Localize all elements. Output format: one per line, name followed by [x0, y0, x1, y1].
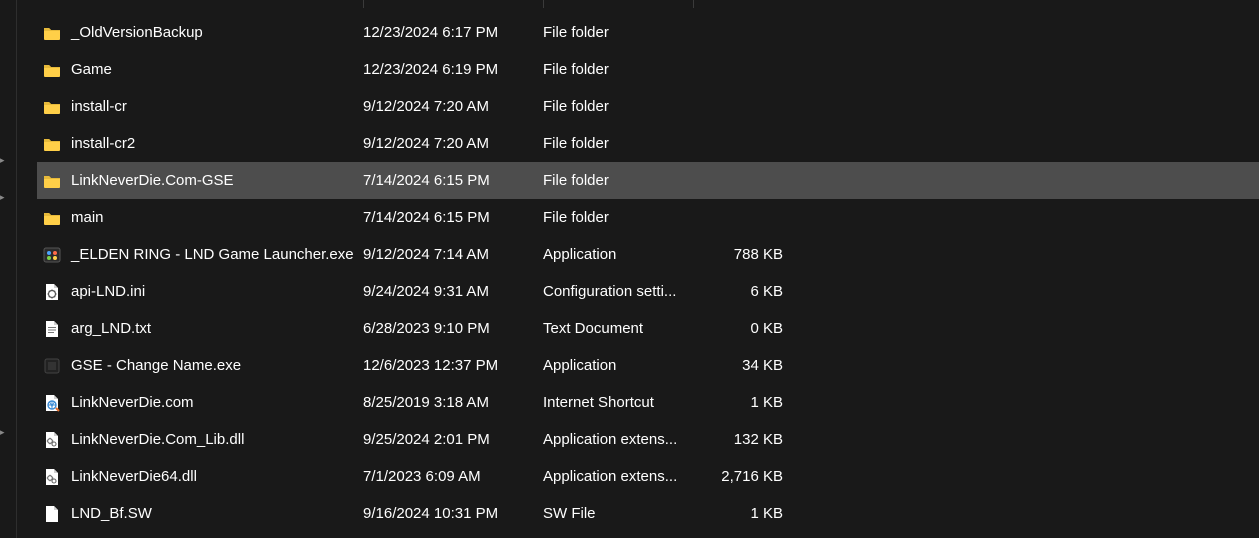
file-row[interactable]: GSE - Change Name.exe 12/6/2023 12:37 PMA…	[37, 347, 1259, 384]
file-name-label: Game	[71, 61, 112, 78]
file-date-cell: 9/25/2024 2:01 PM	[363, 431, 543, 448]
file-size-cell: 788 KB	[693, 246, 791, 263]
txt-icon	[43, 320, 61, 338]
file-name-label: LinkNeverDie.com	[71, 394, 194, 411]
file-name-label: api-LND.ini	[71, 283, 145, 300]
file-row[interactable]: arg_LND.txt 6/28/2023 9:10 PMText Documen…	[37, 310, 1259, 347]
file-name-label: LinkNeverDie.Com-GSE	[71, 172, 234, 189]
folder-icon	[43, 172, 61, 190]
file-size-cell: 1 KB	[693, 505, 791, 522]
file-size-cell: 34 KB	[693, 357, 791, 374]
file-size-cell: 2,716 KB	[693, 468, 791, 485]
file-type-cell: Application extens...	[543, 468, 693, 485]
url-icon	[43, 394, 61, 412]
file-name-label: main	[71, 209, 104, 226]
file-type-cell: File folder	[543, 61, 693, 78]
file-type-cell: Text Document	[543, 320, 693, 337]
file-size-cell: 6 KB	[693, 283, 791, 300]
file-date-cell: 9/12/2024 7:20 AM	[363, 98, 543, 115]
file-name-cell[interactable]: _OldVersionBackup	[43, 24, 363, 42]
file-type-cell: Application	[543, 357, 693, 374]
file-row[interactable]: install-cr 9/12/2024 7:20 AMFile folder	[37, 88, 1259, 125]
file-icon	[43, 505, 61, 523]
file-size-cell: 1 KB	[693, 394, 791, 411]
file-date-cell: 7/14/2024 6:15 PM	[363, 209, 543, 226]
file-name-cell[interactable]: api-LND.ini	[43, 283, 363, 301]
file-date-cell: 9/16/2024 10:31 PM	[363, 505, 543, 522]
file-name-label: GSE - Change Name.exe	[71, 357, 241, 374]
folder-icon	[43, 209, 61, 227]
file-name-label: install-cr2	[71, 135, 135, 152]
file-name-cell[interactable]: _ELDEN RING - LND Game Launcher.exe	[43, 246, 363, 264]
file-type-cell: Application	[543, 246, 693, 263]
file-row[interactable]: LND_Bf.SW 9/16/2024 10:31 PMSW File1 KB	[37, 495, 1259, 532]
exe-dark-icon	[43, 357, 61, 375]
file-list[interactable]: _OldVersionBackup12/23/2024 6:17 PMFile …	[37, 0, 1259, 532]
file-name-cell[interactable]: arg_LND.txt	[43, 320, 363, 338]
file-type-cell: Internet Shortcut	[543, 394, 693, 411]
file-name-cell[interactable]: LinkNeverDie.Com_Lib.dll	[43, 431, 363, 449]
folder-icon	[43, 98, 61, 116]
ini-icon	[43, 283, 61, 301]
file-row[interactable]: LinkNeverDie.Com_Lib.dll 9/25/2024 2:01 P…	[37, 421, 1259, 458]
file-date-cell: 12/6/2023 12:37 PM	[363, 357, 543, 374]
file-row[interactable]: _OldVersionBackup 12/23/2024 6:17 PMFile …	[37, 14, 1259, 51]
file-date-cell: 6/28/2023 9:10 PM	[363, 320, 543, 337]
file-name-label: _OldVersionBackup	[71, 24, 203, 41]
file-type-cell: File folder	[543, 24, 693, 41]
file-date-cell: 8/25/2019 3:18 AM	[363, 394, 543, 411]
folder-icon	[43, 135, 61, 153]
file-row[interactable]: _ELDEN RING - LND Game Launcher.exe 9/12/…	[37, 236, 1259, 273]
file-date-cell: 9/24/2024 9:31 AM	[363, 283, 543, 300]
file-name-cell[interactable]: LinkNeverDie.Com-GSE	[43, 172, 363, 190]
file-date-cell: 9/12/2024 7:20 AM	[363, 135, 543, 152]
file-name-label: LinkNeverDie64.dll	[71, 468, 197, 485]
file-name-cell[interactable]: Game	[43, 61, 363, 79]
file-row[interactable]: Game 12/23/2024 6:19 PMFile folder	[37, 51, 1259, 88]
file-date-cell: 9/12/2024 7:14 AM	[363, 246, 543, 263]
file-date-cell: 12/23/2024 6:19 PM	[363, 61, 543, 78]
file-date-cell: 12/23/2024 6:17 PM	[363, 24, 543, 41]
file-row[interactable]: api-LND.ini 9/24/2024 9:31 AMConfiguratio…	[37, 273, 1259, 310]
file-type-cell: Configuration setti...	[543, 283, 693, 300]
folder-icon	[43, 24, 61, 42]
left-gutter	[6, 0, 17, 538]
file-type-cell: File folder	[543, 209, 693, 226]
file-type-cell: File folder	[543, 135, 693, 152]
file-name-label: arg_LND.txt	[71, 320, 151, 337]
file-name-cell[interactable]: install-cr	[43, 98, 363, 116]
file-name-label: install-cr	[71, 98, 127, 115]
file-row[interactable]: main 7/14/2024 6:15 PMFile folder	[37, 199, 1259, 236]
file-name-cell[interactable]: GSE - Change Name.exe	[43, 357, 363, 375]
file-type-cell: File folder	[543, 172, 693, 189]
file-name-cell[interactable]: main	[43, 209, 363, 227]
file-type-cell: SW File	[543, 505, 693, 522]
file-name-cell[interactable]: LND_Bf.SW	[43, 505, 363, 523]
folder-icon	[43, 61, 61, 79]
file-type-cell: File folder	[543, 98, 693, 115]
file-name-cell[interactable]: LinkNeverDie.com	[43, 394, 363, 412]
exe-color-icon	[43, 246, 61, 264]
dll-icon	[43, 431, 61, 449]
file-name-cell[interactable]: LinkNeverDie64.dll	[43, 468, 363, 486]
file-size-cell: 132 KB	[693, 431, 791, 448]
file-date-cell: 7/14/2024 6:15 PM	[363, 172, 543, 189]
file-row[interactable]: LinkNeverDie.com 8/25/2019 3:18 AMInterne…	[37, 384, 1259, 421]
file-name-label: LND_Bf.SW	[71, 505, 152, 522]
dll-icon	[43, 468, 61, 486]
file-type-cell: Application extens...	[543, 431, 693, 448]
file-name-label: _ELDEN RING - LND Game Launcher.exe	[71, 246, 354, 263]
file-row[interactable]: LinkNeverDie64.dll 7/1/2023 6:09 AMApplic…	[37, 458, 1259, 495]
file-size-cell: 0 KB	[693, 320, 791, 337]
file-row[interactable]: install-cr2 9/12/2024 7:20 AMFile folder	[37, 125, 1259, 162]
file-name-cell[interactable]: install-cr2	[43, 135, 363, 153]
file-name-label: LinkNeverDie.Com_Lib.dll	[71, 431, 244, 448]
file-row[interactable]: LinkNeverDie.Com-GSE 7/14/2024 6:15 PMFil…	[37, 162, 1259, 199]
file-date-cell: 7/1/2023 6:09 AM	[363, 468, 543, 485]
